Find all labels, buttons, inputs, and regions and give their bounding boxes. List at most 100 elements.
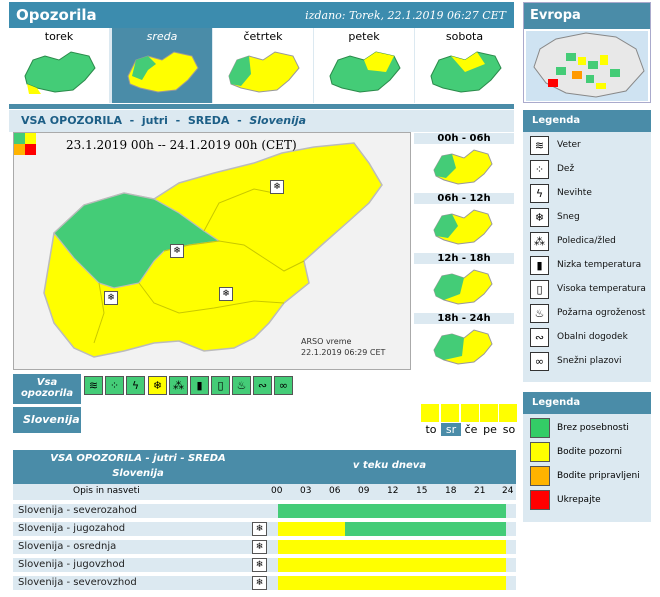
region-label: Slovenija [13, 407, 81, 433]
panel-title: VSA OPOZORILA - jutri - SREDA - Slovenij… [21, 114, 307, 127]
top-header: Opozorila izdano: Torek, 22.1.2019 06:27… [9, 2, 514, 28]
low-temp-icon[interactable]: ▮ [190, 376, 209, 395]
map-legend-mini [14, 133, 36, 155]
legend-item: ϟ Nevihte [530, 184, 650, 206]
table-row[interactable]: Slovenija - severozahod [13, 502, 516, 518]
legend-title: Legenda [523, 392, 651, 414]
wind-icon[interactable]: ≋ [84, 376, 103, 395]
rain-icon[interactable]: ⁘ [105, 376, 124, 395]
avalanche-icon: ∞ [530, 352, 549, 371]
fire-icon: ♨ [530, 304, 549, 323]
timeline-bar [278, 540, 506, 554]
period-map-06-12[interactable]: 06h - 12h [414, 192, 514, 252]
table-row[interactable]: Slovenija - jugozahod ❄ [13, 520, 516, 536]
ice-icon: ⁂ [530, 232, 549, 251]
ice-icon[interactable]: ⁂ [169, 376, 188, 395]
period-map-00-06[interactable]: 00h - 06h [414, 132, 514, 192]
table-header: VSA OPOZORILA - jutri - SREDA Slovenija … [13, 450, 516, 484]
slovenia-mini-map [127, 51, 199, 93]
slovenia-mini-map [329, 51, 401, 93]
snow-icon[interactable]: ❄ [219, 287, 233, 301]
thunderstorm-icon[interactable]: ϟ [126, 376, 145, 395]
low-temp-icon: ▮ [530, 256, 549, 275]
coastal-icon: ∾ [530, 328, 549, 347]
europe-title: Evropa [524, 3, 650, 29]
europe-map[interactable] [526, 31, 648, 101]
avalanche-icon[interactable]: ∞ [274, 376, 293, 395]
all-warnings-label: Vsa opozorila [13, 374, 81, 404]
snow-icon[interactable]: ❄ [104, 291, 118, 305]
high-temp-icon[interactable]: ▯ [211, 376, 230, 395]
legend-levels: Legenda Brez posebnosti Bodite pozorni B… [523, 392, 651, 522]
slovenia-mini-map [24, 51, 96, 94]
period-map-12-18[interactable]: 12h - 18h [414, 252, 514, 312]
day-abbr[interactable]: pe [480, 423, 500, 436]
rain-icon: ⁘ [530, 160, 549, 179]
day-abbr[interactable]: to [421, 423, 441, 436]
day-tab-petek[interactable]: petek [314, 28, 414, 103]
table-row[interactable]: Slovenija - jugovzhod ❄ [13, 556, 516, 572]
snow-icon[interactable]: ❄ [252, 522, 267, 536]
day-tab-torek[interactable]: torek [9, 28, 109, 103]
day-color-so[interactable] [499, 404, 517, 422]
separator-bar [9, 104, 514, 109]
legend-item: ∞ Snežni plazovi [530, 352, 650, 374]
day-abbr[interactable]: so [499, 423, 519, 436]
legend-item: ⁂ Poledica/žled [530, 232, 650, 254]
slovenia-mini-map [430, 51, 502, 93]
day-tab-sreda[interactable]: sreda [112, 28, 212, 103]
period-map-18-24[interactable]: 18h - 24h [414, 312, 514, 372]
fire-icon[interactable]: ♨ [232, 376, 251, 395]
slovenia-map [43, 142, 383, 358]
map-source: ARSO vreme 22.1.2019 06:29 CET [301, 337, 386, 357]
day-label: torek [44, 30, 74, 43]
snow-icon[interactable]: ❄ [170, 244, 184, 258]
period-label: 12h - 18h [414, 253, 514, 264]
legend-item: ≋ Veter [530, 136, 650, 158]
map-date-range: 23.1.2019 00h -- 24.1.2019 00h (CET) [66, 138, 297, 152]
period-label: 18h - 24h [414, 313, 514, 324]
timeline-bar-yellow [278, 522, 345, 536]
panel-title-bar: VSA OPOZORILA - jutri - SREDA - Slovenij… [9, 110, 514, 132]
table-row[interactable]: Slovenija - severovzhod ❄ [13, 574, 516, 590]
high-temp-icon: ▯ [530, 280, 549, 299]
page-title: Opozorila [16, 6, 97, 24]
legend-item: ❄ Sneg [530, 208, 650, 230]
day-tab-sobota[interactable]: sobota [415, 28, 514, 103]
table-timeline-title: v teku dneva [352, 460, 427, 471]
thunderstorm-icon: ϟ [530, 184, 549, 203]
legend-item: ▮ Nizka temperatura [530, 256, 650, 278]
opis-label: Opis in nasveti [73, 486, 140, 496]
legend-level: Bodite pozorni [530, 442, 650, 464]
day-selector: torek sreda četrtek petek sobota [9, 28, 514, 103]
period-label: 00h - 06h [414, 133, 514, 144]
legend-item: ♨ Požarna ogroženost [530, 304, 650, 326]
snow-icon[interactable]: ❄ [252, 540, 267, 554]
snow-icon[interactable]: ❄ [270, 180, 284, 194]
day-color-sr[interactable] [441, 404, 459, 422]
day-abbr[interactable]: če [461, 423, 481, 436]
timeline-bar [278, 504, 506, 518]
table-title: VSA OPOZORILA - jutri - SREDA [50, 453, 226, 464]
day-label: sreda [146, 30, 178, 43]
day-color-pe[interactable] [480, 404, 498, 422]
issued-timestamp: izdano: Torek, 22.1.2019 06:27 CET [305, 9, 506, 22]
coastal-icon[interactable]: ∾ [253, 376, 272, 395]
table-row[interactable]: Slovenija - osrednja ❄ [13, 538, 516, 554]
day-label: četrtek [243, 30, 283, 43]
snow-icon[interactable]: ❄ [252, 558, 267, 572]
period-label: 06h - 12h [414, 193, 514, 204]
europe-panel[interactable]: Evropa [523, 2, 651, 103]
table-subheader: Opis in nasveti 00 03 06 09 12 15 18 21 … [13, 484, 516, 500]
timeline-table: VSA OPOZORILA - jutri - SREDA Slovenija … [13, 450, 516, 596]
slovenia-mini-map [228, 51, 300, 93]
main-warning-map[interactable]: 23.1.2019 00h -- 24.1.2019 00h (CET) ❄ ❄… [13, 132, 411, 370]
day-tab-cetrtek[interactable]: četrtek [213, 28, 313, 103]
period-maps: 00h - 06h 06h - 12h 12h - 18h 18h - 24h [414, 132, 514, 374]
day-color-ce[interactable] [461, 404, 479, 422]
snow-icon[interactable]: ❄ [252, 576, 267, 590]
snow-icon[interactable]: ❄ [148, 376, 167, 395]
day-abbr[interactable]: sr [441, 423, 461, 436]
timeline-bar [278, 558, 506, 572]
day-color-to[interactable] [421, 404, 439, 422]
